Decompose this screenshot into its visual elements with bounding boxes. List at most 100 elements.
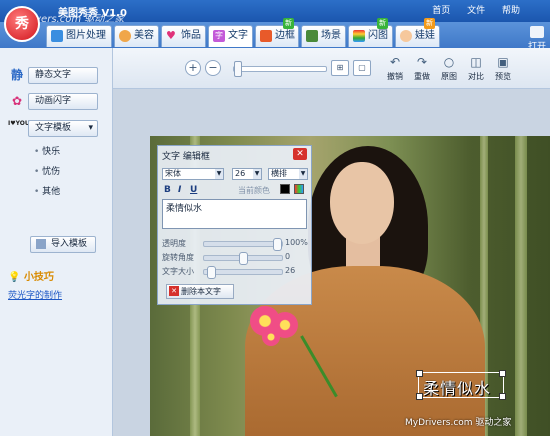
- resize-handle[interactable]: [416, 393, 423, 400]
- flower: [262, 328, 280, 346]
- tab-beauty[interactable]: 美容: [114, 25, 159, 47]
- size-value: 26: [285, 266, 296, 275]
- preview-label: 预览: [495, 72, 511, 81]
- frame-icon: [260, 30, 272, 42]
- tip-title-text: 小技巧: [23, 272, 54, 283]
- bold-button[interactable]: B: [164, 185, 171, 195]
- rotation-slider-thumb[interactable]: [239, 252, 248, 265]
- original-button[interactable]: ○ 原图: [435, 55, 463, 83]
- redo-icon: ↷: [416, 55, 428, 69]
- tab-label: 场景: [321, 30, 341, 41]
- orientation-value: 横排: [271, 169, 287, 178]
- size-slider-thumb[interactable]: [207, 266, 216, 279]
- redo-button[interactable]: ↷ 重做: [408, 55, 436, 83]
- close-icon[interactable]: ✕: [293, 148, 307, 160]
- edit-toolbar: + − ⊞ ▢ ↶ 撤销 ↷ 重做 ○ 原图 ◫ 对比 ▣ 预览: [113, 48, 550, 89]
- new-badge: 新: [283, 18, 294, 29]
- zoom-out-icon[interactable]: −: [205, 60, 221, 76]
- transparency-label: 透明度: [162, 239, 186, 248]
- undo-icon: ↶: [389, 55, 401, 69]
- tab-label: 图片处理: [66, 30, 106, 41]
- template-item-happy[interactable]: 快乐: [34, 144, 60, 157]
- color-palette-icon[interactable]: [294, 184, 304, 194]
- font-select[interactable]: 宋体 ▼: [162, 168, 224, 180]
- app-logo: 秀: [4, 6, 40, 42]
- transparency-slider-thumb[interactable]: [273, 238, 282, 251]
- zoom-in-icon[interactable]: +: [185, 60, 201, 76]
- import-template-button[interactable]: 导入模板: [30, 236, 96, 253]
- template-item-sad[interactable]: 忧伤: [34, 164, 60, 177]
- tab-accessories[interactable]: ♥ 饰品: [161, 25, 206, 47]
- tab-label: 边框: [275, 30, 295, 41]
- tab-label: 饰品: [181, 30, 201, 41]
- template-icon: I♥YOU: [8, 120, 30, 127]
- face: [330, 162, 394, 244]
- menu-file[interactable]: 文件: [467, 6, 485, 16]
- bamboo-stalk: [515, 136, 527, 436]
- tip-link[interactable]: 荧光字的制作: [8, 288, 62, 301]
- import-icon: [36, 239, 46, 249]
- fit-window-icon[interactable]: ⊞: [331, 60, 349, 76]
- template-item-other[interactable]: 其他: [34, 184, 60, 197]
- tab-label: 文字: [228, 30, 248, 41]
- main-tab-bar: 图片处理 美容 ♥ 饰品 字 文字 边框 新 场景 闪图 新 娃娃 新: [0, 18, 550, 48]
- undo-label: 撤销: [387, 72, 403, 81]
- tab-picture-processing[interactable]: 图片处理: [46, 25, 112, 47]
- delete-icon: ✕: [169, 286, 179, 296]
- transparency-slider[interactable]: [203, 238, 283, 251]
- canvas-text[interactable]: 柔情似水: [423, 375, 491, 399]
- rotation-label: 旋转角度: [162, 253, 194, 262]
- delete-label: 删除本文字: [181, 287, 221, 296]
- tab-text[interactable]: 字 文字: [208, 25, 253, 47]
- menu-help[interactable]: 帮助: [502, 6, 520, 16]
- underline-button[interactable]: U: [190, 185, 197, 195]
- picture-icon: [51, 30, 63, 42]
- font-size-value: 26: [235, 169, 246, 178]
- font-select-value: 宋体: [165, 169, 181, 178]
- dialog-title: 文字 编辑框: [162, 152, 210, 162]
- chevron-down-icon: ▾: [88, 123, 93, 133]
- current-color-label: 当前颜色: [238, 186, 270, 195]
- text-template-select[interactable]: 文字模板 ▾: [28, 120, 98, 137]
- tab-label: 娃娃: [415, 30, 435, 41]
- doll-icon: [400, 30, 412, 42]
- redo-label: 重做: [414, 72, 430, 81]
- font-size-select[interactable]: 26 ▼: [232, 168, 262, 180]
- preview-button[interactable]: ▣ 预览: [489, 55, 517, 83]
- orientation-select[interactable]: 横排 ▼: [268, 168, 308, 180]
- size-slider[interactable]: [203, 266, 283, 279]
- template-select-label: 文字模板: [35, 123, 72, 133]
- tab-scene[interactable]: 场景: [301, 25, 346, 47]
- compare-icon: ◫: [470, 55, 482, 69]
- static-text-icon: 静: [10, 68, 23, 82]
- rotation-slider[interactable]: [203, 252, 283, 265]
- resize-handle[interactable]: [499, 370, 506, 377]
- compare-button[interactable]: ◫ 对比: [462, 55, 490, 83]
- tab-flash[interactable]: 闪图 新: [348, 18, 393, 47]
- zoom-slider[interactable]: [233, 61, 327, 77]
- tab-label: 闪图: [368, 30, 388, 41]
- import-label: 导入模板: [51, 239, 88, 249]
- text-edit-dialog: 文字 编辑框 ✕ 宋体 ▼ 26 ▼ 横排 ▼ B I U 当前颜色 柔情似水 …: [157, 145, 312, 305]
- tab-frame[interactable]: 边框 新: [255, 18, 299, 47]
- resize-handle[interactable]: [416, 370, 423, 377]
- tip-title: 💡 小技巧: [8, 268, 54, 283]
- resize-handle[interactable]: [499, 393, 506, 400]
- text-color-swatch[interactable]: [280, 184, 290, 194]
- static-text-button[interactable]: 静态文字: [28, 67, 98, 84]
- menu-home[interactable]: 首页: [432, 6, 450, 16]
- text-selection-box[interactable]: 柔情似水: [416, 370, 506, 400]
- new-badge: 新: [424, 18, 435, 29]
- delete-text-button[interactable]: ✕ 删除本文字: [166, 284, 234, 299]
- new-badge: 新: [377, 18, 388, 29]
- undo-button[interactable]: ↶ 撤销: [381, 55, 409, 83]
- italic-button[interactable]: I: [178, 185, 181, 195]
- actual-size-icon[interactable]: ▢: [353, 60, 371, 76]
- tab-doll[interactable]: 娃娃 新: [395, 18, 440, 47]
- text-input[interactable]: 柔情似水: [162, 199, 307, 229]
- flash-icon: [353, 30, 365, 42]
- scene-icon: [306, 30, 318, 42]
- chevron-down-icon: ▼: [253, 169, 261, 179]
- zoom-slider-thumb[interactable]: [234, 61, 242, 77]
- animated-text-button[interactable]: 动画闪字: [28, 93, 98, 110]
